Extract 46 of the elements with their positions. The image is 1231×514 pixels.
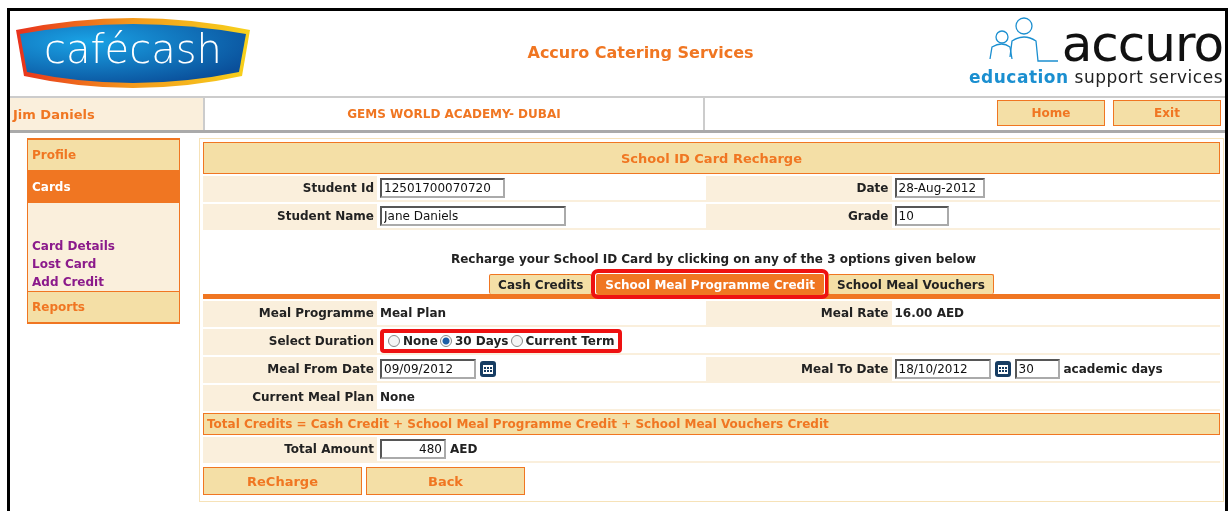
field-label: Meal From Date xyxy=(203,357,377,381)
date-field[interactable]: 18/10/2012 xyxy=(894,359,991,379)
field-label: Date xyxy=(705,176,892,200)
field-label: Current Meal Plan xyxy=(203,385,377,409)
radio-option[interactable]: 30 Days xyxy=(439,334,509,348)
text-field[interactable]: 28-Aug-2012 xyxy=(894,178,985,198)
field-label: Total Amount xyxy=(203,437,377,461)
calendar-icon[interactable] xyxy=(994,361,1011,377)
site-title: Accuro Catering Services xyxy=(527,42,754,62)
field-label: Select Duration xyxy=(203,329,377,353)
field-label: Meal To Date xyxy=(705,357,892,381)
sidebar-link[interactable]: Add Credit xyxy=(32,275,179,289)
text-field[interactable]: 10 xyxy=(894,206,949,226)
brand-name: accuro xyxy=(1061,21,1223,67)
radio-option[interactable]: Current Term xyxy=(510,334,615,348)
field-label: Student Id xyxy=(203,176,377,200)
school-name: GEMS WORLD ACADEMY- DUBAI xyxy=(205,98,705,130)
text-field[interactable]: 12501700070720 xyxy=(380,178,505,198)
field-value: Meal Plan xyxy=(380,306,447,320)
days-field[interactable]: 30 xyxy=(1014,359,1060,379)
field-value: None xyxy=(380,390,415,404)
brand-tagline: education support services xyxy=(969,67,1223,87)
radio-option[interactable]: None xyxy=(388,334,438,348)
text-field[interactable]: Jane Daniels xyxy=(380,206,566,226)
calendar-icon[interactable] xyxy=(480,361,496,377)
field-value: 16.00 AED xyxy=(894,306,965,320)
field-label: Student Name xyxy=(203,204,377,228)
instruction-text: Recharge your School ID Card by clicking on any of the 3 options given below xyxy=(449,252,978,266)
radio-icon[interactable] xyxy=(388,335,400,347)
user-name: Jim Daniels xyxy=(10,98,205,130)
tab[interactable]: Cash Credits xyxy=(489,274,593,294)
total-note: Total Credits = Cash Credit + School Meal Programme Credit + School Meal Vouchers Credit xyxy=(203,413,1220,435)
sidebar-link[interactable]: Card Details xyxy=(32,239,179,253)
form-title: School ID Card Recharge xyxy=(203,142,1220,174)
amount-field[interactable]: 480 xyxy=(380,439,446,459)
field-label: Meal Programme xyxy=(203,301,377,325)
logo-text: cafécash xyxy=(44,26,222,72)
radio-icon[interactable] xyxy=(439,335,452,347)
date-field[interactable]: 09/09/2012 xyxy=(380,359,476,379)
radio-icon[interactable] xyxy=(510,335,523,347)
field-label: Meal Rate xyxy=(705,301,892,325)
sidebar-link[interactable]: Lost Card xyxy=(32,257,179,271)
field-label: Grade xyxy=(705,204,892,228)
unit-text: AED xyxy=(450,442,478,456)
unit-text: academic days xyxy=(1063,362,1163,376)
tab[interactable]: School Meal Vouchers xyxy=(828,274,994,294)
